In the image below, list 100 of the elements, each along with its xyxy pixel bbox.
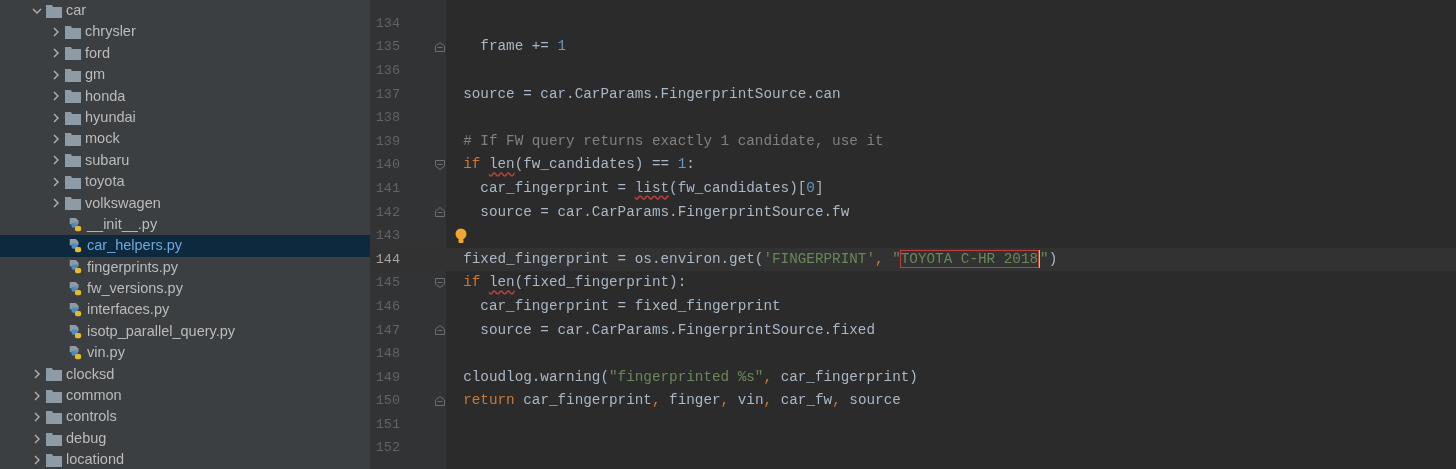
chevron-right-icon [51, 198, 61, 209]
folder-name[interactable]: controls [66, 406, 117, 428]
folder-row[interactable]: locationd [0, 449, 370, 469]
chevron-right-icon [51, 176, 61, 187]
folder-icon [65, 46, 81, 61]
code-line: if len(fixed_fingerprint): [462, 273, 687, 293]
fold-icon[interactable] [434, 277, 446, 290]
chevron-right-icon [51, 27, 61, 38]
python-file-icon [67, 281, 83, 296]
folder-name[interactable]: common [66, 385, 122, 407]
folder-name[interactable]: chrysler [85, 21, 136, 43]
folder-name[interactable]: subaru [85, 149, 130, 172]
folder-row[interactable]: toyota [0, 171, 370, 193]
chevron-right-icon [51, 112, 61, 123]
code-line: source = car.CarParams.FingerprintSource.fixed [479, 320, 875, 340]
file-row[interactable]: interfaces.py [0, 299, 370, 321]
folder-row[interactable]: common [0, 385, 370, 407]
file-name[interactable]: fw_versions.py [87, 278, 183, 300]
code-line: frame += 1 [479, 37, 567, 57]
folder-icon [65, 25, 81, 40]
chevron-right-icon [51, 48, 61, 59]
python-file-icon [67, 345, 83, 360]
code-line: return car_fingerprint, finger, vin, car_fw, source [462, 391, 901, 411]
fold-icon[interactable] [434, 41, 446, 54]
chevron-right-icon [32, 390, 42, 401]
folder-icon [65, 153, 81, 168]
folder-icon [46, 3, 62, 18]
folder-icon [65, 196, 81, 211]
code-line: fixed_fingerprint = os.environ.get('FINGERPRINT', "TOYOTA C-HR 2018") [462, 248, 1058, 270]
python-file-icon [67, 303, 83, 318]
file-row[interactable]: car_helpers.py [0, 235, 370, 257]
folder-row[interactable]: controls [0, 406, 370, 428]
folder-name[interactable]: car [66, 0, 87, 22]
file-row[interactable]: __init__.py [0, 213, 370, 236]
folder-name[interactable]: toyota [85, 171, 125, 193]
code-line: # If FW query returns exactly 1 candidate, use it [462, 131, 884, 151]
file-row[interactable]: isotp_parallel_query.py [0, 320, 370, 343]
code-line: cloudlog.warning("fingerprinted %s", car_fingerprint) [462, 367, 918, 387]
folder-name[interactable]: mock [85, 128, 120, 150]
chevron-right-icon [51, 155, 61, 166]
file-row[interactable]: vin.py [0, 342, 370, 364]
chevron-right-icon [51, 69, 61, 80]
file-name[interactable]: __init__.py [87, 213, 158, 236]
folder-name[interactable]: hyundai [85, 106, 136, 129]
folder-icon [65, 67, 81, 82]
code-line: if len(fw_candidates) == 1: [462, 155, 695, 175]
fold-icon[interactable] [434, 159, 446, 172]
fold-icon[interactable] [434, 395, 446, 408]
chevron-right-icon [32, 433, 42, 444]
folder-name[interactable]: debug [66, 427, 107, 450]
python-file-icon [67, 239, 83, 253]
folder-row[interactable]: ford [0, 42, 370, 65]
file-name[interactable]: isotp_parallel_query.py [87, 320, 236, 343]
folder-name[interactable]: volkswagen [85, 192, 161, 214]
python-file-icon [67, 217, 83, 232]
folder-icon [65, 110, 81, 125]
folder-row[interactable]: volkswagen [0, 192, 370, 214]
folder-row[interactable]: chrysler [0, 21, 370, 43]
folder-icon [65, 89, 81, 104]
folder-icon [46, 452, 62, 467]
python-file-icon [67, 260, 83, 275]
file-row[interactable]: fw_versions.py [0, 278, 370, 300]
chevron-right-icon [51, 134, 61, 145]
folder-row[interactable]: honda [0, 85, 370, 107]
folder-row[interactable]: gm [0, 64, 370, 86]
code-line: car_fingerprint = list(fw_candidates)[0] [479, 178, 824, 198]
folder-icon [46, 367, 62, 382]
file-name[interactable]: car_helpers.py [87, 235, 183, 257]
folder-name[interactable]: honda [85, 85, 126, 107]
fold-icon[interactable] [434, 206, 446, 219]
python-file-icon [67, 324, 83, 339]
chevron-right-icon [51, 91, 61, 102]
folder-name[interactable]: locationd [66, 449, 125, 469]
folder-icon [46, 431, 62, 446]
code-line: source = car.CarParams.FingerprintSource.fw [479, 202, 850, 222]
lightbulb-icon[interactable] [454, 227, 468, 244]
fold-icon[interactable] [434, 324, 446, 337]
folder-name[interactable]: clocksd [66, 363, 115, 386]
chevron-right-icon [32, 454, 42, 465]
file-name[interactable]: fingerprints.py [87, 256, 179, 279]
folder-row[interactable]: debug [0, 427, 370, 450]
folder-icon [65, 174, 81, 189]
folder-name[interactable]: ford [85, 42, 110, 65]
folder-icon [46, 388, 62, 403]
file-row[interactable]: fingerprints.py [0, 256, 370, 279]
folder-icon [46, 410, 62, 425]
folder-icon [65, 132, 81, 147]
chevron-right-icon [32, 369, 42, 380]
chevron-right-icon [32, 412, 42, 423]
file-name[interactable]: interfaces.py [87, 299, 170, 321]
code-line: car_fingerprint = fixed_fingerprint [479, 296, 781, 316]
code-line: source = car.CarParams.FingerprintSource.can [462, 84, 841, 104]
folder-name[interactable]: gm [85, 64, 106, 86]
folder-row[interactable]: hyundai [0, 106, 370, 129]
folder-row[interactable]: subaru [0, 149, 370, 172]
folder-row[interactable]: mock [0, 128, 370, 150]
folder-row[interactable]: car [0, 0, 370, 22]
line-number: 144 [374, 250, 400, 269]
folder-row[interactable]: clocksd [0, 363, 370, 386]
file-name[interactable]: vin.py [87, 342, 125, 364]
